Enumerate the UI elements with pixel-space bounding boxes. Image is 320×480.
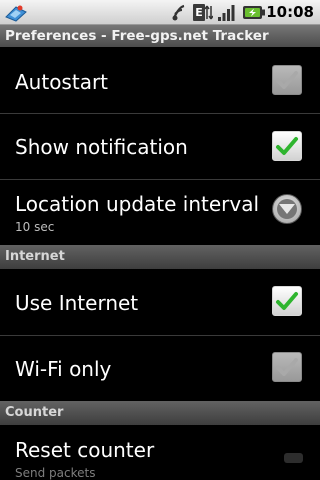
pref-reset-counter[interactable]: Reset counter Send packets bbox=[0, 425, 320, 480]
wifi-only-checkbox[interactable] bbox=[272, 352, 302, 382]
pref-wifi-only-label: Wi-Fi only bbox=[15, 357, 112, 381]
edge-network-label: E bbox=[195, 6, 203, 19]
status-bar: E 10:08 bbox=[0, 0, 320, 25]
pref-location-update-interval[interactable]: Location update interval 10 sec bbox=[0, 180, 320, 244]
window-title: Preferences - Free-gps.net Tracker bbox=[0, 25, 320, 47]
pref-use-internet-label: Use Internet bbox=[15, 291, 139, 315]
checkmark-icon bbox=[276, 137, 298, 155]
app-icon bbox=[5, 5, 27, 22]
gps-icon bbox=[172, 4, 185, 21]
battery-charging-icon bbox=[243, 6, 265, 19]
show-notification-checkbox[interactable] bbox=[272, 131, 302, 161]
pref-show-notification-label: Show notification bbox=[15, 135, 188, 159]
status-time: 10:08 bbox=[266, 3, 314, 21]
pref-wifi-only[interactable]: Wi-Fi only bbox=[0, 336, 320, 401]
checkmark-icon bbox=[276, 358, 298, 376]
category-internet: Internet bbox=[0, 245, 320, 269]
use-internet-checkbox[interactable] bbox=[272, 286, 302, 316]
edge-network-icon: E bbox=[193, 4, 213, 21]
category-counter: Counter bbox=[0, 401, 320, 425]
checkmark-icon bbox=[276, 292, 298, 310]
scroll-indicator bbox=[284, 453, 303, 463]
pref-use-internet[interactable]: Use Internet bbox=[0, 269, 320, 335]
pref-reset-counter-summary: Send packets bbox=[15, 466, 96, 480]
pref-location-interval-value: 10 sec bbox=[15, 220, 55, 234]
signal-icon bbox=[218, 5, 235, 21]
autostart-checkbox[interactable] bbox=[272, 65, 302, 95]
preferences-screen: E 10:08 Preferences - Free-gps.net Track… bbox=[0, 0, 320, 480]
chevron-down-icon bbox=[279, 204, 295, 214]
pref-location-interval-label: Location update interval bbox=[15, 192, 260, 216]
pref-reset-counter-label: Reset counter bbox=[15, 438, 155, 462]
pref-show-notification[interactable]: Show notification bbox=[0, 114, 320, 179]
pref-autostart[interactable]: Autostart bbox=[0, 48, 320, 113]
location-interval-dropdown-button[interactable] bbox=[272, 194, 302, 224]
pref-autostart-label: Autostart bbox=[15, 70, 109, 94]
checkmark-icon bbox=[276, 71, 298, 89]
